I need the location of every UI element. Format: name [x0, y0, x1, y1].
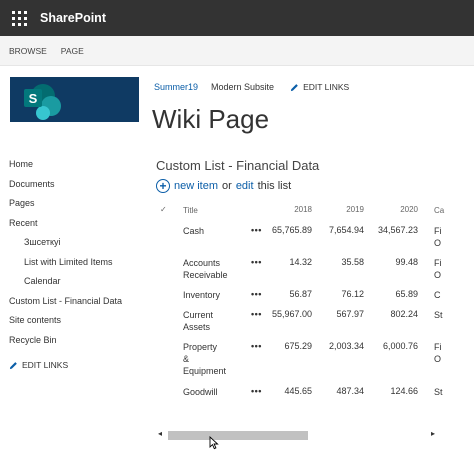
ql-list-limited-items[interactable]: List with Limited Items — [9, 255, 122, 275]
column-header-category[interactable]: Ca — [434, 205, 474, 217]
cell-category: St — [434, 310, 443, 320]
row-title[interactable]: Current Assets — [183, 309, 243, 333]
quick-launch: Home Documents Pages Recent Зшсеткуі Lis… — [9, 157, 122, 352]
top-navigation: Summer19 Modern Subsite EDIT LINKS — [154, 82, 349, 92]
cell-2020: 6,000.76 — [382, 341, 418, 351]
brand-title[interactable]: SharePoint — [40, 11, 106, 25]
add-icon[interactable]: + — [156, 179, 170, 193]
list-header-row: ✓ Title 2018 2019 2020 Ca — [156, 205, 474, 225]
suite-bar: SharePoint — [0, 0, 474, 36]
nav-site-summer19[interactable]: Summer19 — [154, 82, 198, 92]
ql-site-contents[interactable]: Site contents — [9, 313, 122, 333]
select-all-checkmark-icon[interactable]: ✓ — [160, 205, 167, 214]
cell-2019: 567.97 — [336, 309, 364, 319]
cell-category: Fi O — [434, 226, 442, 248]
pencil-icon — [290, 83, 298, 91]
cell-category: Fi O — [434, 342, 442, 364]
cell-2020: 99.48 — [395, 257, 418, 267]
horizontal-scrollbar[interactable]: ◂ ▸ — [156, 428, 442, 442]
cell-2020: 65.89 — [395, 289, 418, 299]
cell-2018: 445.65 — [284, 386, 312, 396]
ql-recent[interactable]: Recent — [9, 216, 122, 236]
ql-recycle-bin[interactable]: Recycle Bin — [9, 333, 122, 353]
row-title[interactable]: Accounts Receivable — [183, 257, 243, 281]
new-item-bar: + new item or edit this list — [156, 179, 295, 193]
row-title[interactable]: Cash — [183, 225, 243, 237]
edit-list-link[interactable]: edit — [236, 180, 254, 192]
pencil-icon — [9, 361, 17, 369]
nav-modern-subsite[interactable]: Modern Subsite — [211, 82, 274, 92]
page-title: Wiki Page — [152, 104, 270, 134]
cell-2018: 675.29 — [284, 341, 312, 351]
scrollbar-thumb[interactable] — [168, 431, 308, 440]
edit-links-label: EDIT LINKS — [22, 360, 69, 370]
scroll-left-arrow-icon[interactable]: ◂ — [158, 429, 162, 438]
row-title[interactable]: Inventory — [183, 289, 243, 301]
ql-calendar[interactable]: Calendar — [9, 274, 122, 294]
cell-2019: 35.58 — [341, 257, 364, 267]
column-header-2019[interactable]: 2019 — [324, 205, 364, 214]
this-list-text: this list — [257, 180, 292, 192]
cell-2019: 7,654.94 — [328, 225, 364, 235]
list-title[interactable]: Custom List - Financial Data — [156, 158, 319, 173]
column-header-2020[interactable]: 2020 — [378, 205, 418, 214]
ql-pages[interactable]: Pages — [9, 196, 122, 216]
quick-launch-edit-links[interactable]: EDIT LINKS — [9, 360, 68, 370]
tab-browse[interactable]: BROWSE — [9, 46, 47, 56]
cell-2019: 2,003.34 — [328, 341, 364, 351]
cell-2020: 802.24 — [390, 309, 418, 319]
scroll-right-arrow-icon[interactable]: ▸ — [431, 429, 435, 438]
row-title[interactable]: Property & Equipment — [183, 341, 243, 377]
ribbon: BROWSE PAGE — [0, 36, 474, 66]
cell-category: Fi O — [434, 258, 442, 280]
cell-2018: 56.87 — [289, 289, 312, 299]
ql-home[interactable]: Home — [9, 157, 122, 177]
row-title[interactable]: Goodwill — [183, 386, 243, 398]
new-item-link[interactable]: new item — [174, 180, 218, 192]
cell-2018: 14.32 — [289, 257, 312, 267]
cell-category: C — [434, 290, 441, 300]
ql-custom-list[interactable]: Custom List - Financial Data — [9, 294, 122, 314]
svg-text:S: S — [29, 91, 38, 106]
list-grid: ✓ Title 2018 2019 2020 Ca Cash ••• 65,76… — [156, 200, 474, 422]
site-logo[interactable]: S — [10, 77, 139, 122]
cell-2020: 34,567.23 — [378, 225, 419, 235]
cell-2020: 124.66 — [390, 386, 418, 396]
ql-documents[interactable]: Documents — [9, 177, 122, 197]
sharepoint-logo-icon: S — [24, 84, 61, 120]
top-edit-links[interactable]: EDIT LINKS — [290, 82, 349, 92]
ql-recent-item-1[interactable]: Зшсеткуі — [9, 235, 122, 255]
column-header-title[interactable]: Title — [183, 205, 243, 217]
app-launcher-icon[interactable] — [6, 5, 32, 31]
column-header-2018[interactable]: 2018 — [252, 205, 312, 214]
cell-category: St — [434, 387, 443, 397]
cell-2018: 55,967.00 — [271, 309, 312, 319]
cell-2019: 76.12 — [341, 289, 364, 299]
edit-links-label: EDIT LINKS — [303, 82, 350, 92]
mouse-cursor-icon — [209, 436, 219, 450]
cell-2018: 65,765.89 — [271, 225, 312, 235]
cell-2019: 487.34 — [336, 386, 364, 396]
tab-page[interactable]: PAGE — [61, 46, 84, 56]
or-text: or — [222, 180, 232, 192]
